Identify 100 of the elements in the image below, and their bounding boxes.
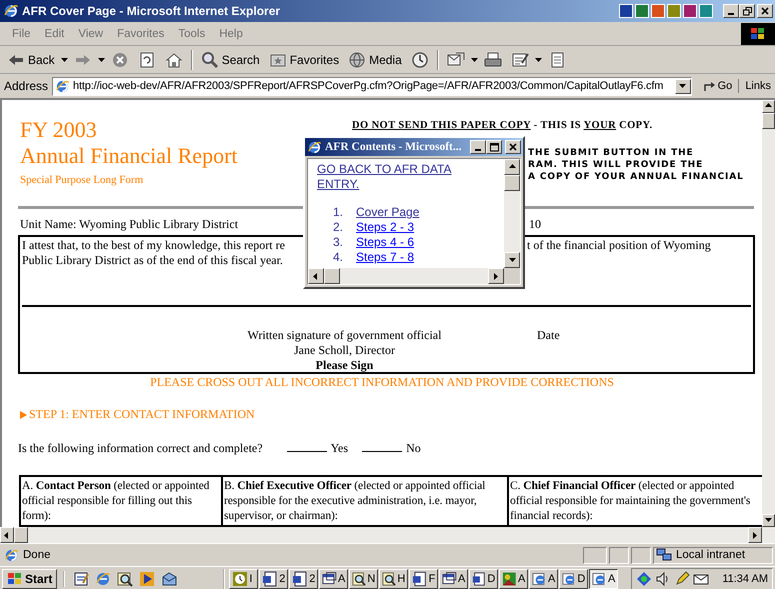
scrollbar[interactable] [504,159,520,268]
caret-icon[interactable] [534,58,542,62]
taskbar-button[interactable]: 2 [289,568,318,588]
scroll-left-button[interactable] [0,527,14,543]
list-number: 2. [333,220,344,235]
contents-link[interactable]: Cover Page [356,205,420,220]
scrollbar[interactable] [762,100,775,527]
caret-icon[interactable] [98,58,105,62]
taskbar-button[interactable]: D [559,568,588,588]
maximize-icon [490,142,498,152]
minimize-button[interactable] [723,4,739,18]
notepad-icon[interactable] [73,570,90,586]
scroll-thumb[interactable] [324,268,340,284]
copy-notice: DO NOT SEND THIS PAPER COPY - THIS IS YOUR COPY. [352,120,654,131]
clock-icon [410,50,429,68]
close-button[interactable] [505,140,521,154]
close-icon [761,7,769,15]
network-icon [656,548,672,562]
unit-name: Unit Name: Wyoming Public Library District [20,217,238,231]
step-heading: STEP 1: ENTER CONTACT INFORMATION [29,407,255,422]
scroll-right-button[interactable] [488,268,504,284]
browser-icon [307,140,322,154]
scroll-left-button[interactable] [308,268,324,284]
instruction-text: RAM. THIS WILL PROVIDE THE [528,160,704,170]
taskbar-button[interactable]: A [499,568,528,588]
minimize-button[interactable] [470,140,486,154]
taskbar-button[interactable]: A [529,568,558,588]
play-icon[interactable] [139,570,156,586]
back-button[interactable]: Back [4,50,58,68]
caret-icon[interactable] [60,58,68,62]
taskbar-button[interactable]: N [349,568,378,588]
magnifier-icon[interactable] [117,570,134,586]
dropdown-button[interactable] [674,78,691,94]
caret-icon[interactable] [470,58,478,62]
status-pane [583,546,607,564]
app-shortcut-icon[interactable] [635,4,649,18]
taskbar-button[interactable]: F [409,568,438,588]
taskbar-button[interactable]: A [589,568,618,588]
triangle-icon [678,82,688,90]
windows-logo-icon [7,572,23,586]
network-icon[interactable] [636,570,652,586]
go-arrow-icon [702,79,716,93]
list-number: 1. [333,205,344,220]
date-label: Date [537,328,560,342]
pen-icon[interactable] [674,570,690,586]
taskbar-button[interactable]: A [439,568,468,588]
attestation-text: Public Library District as of the end of this fiscal year. [22,253,283,267]
contents-link[interactable]: Steps 2 - 3 [356,220,414,235]
go-button[interactable]: Go [696,79,740,93]
favorites-button[interactable]: Favorites [266,50,342,68]
window-icon [442,570,457,586]
taskbar-button[interactable]: A [319,568,348,588]
clock-icon [232,570,248,586]
app-shortcut-icon[interactable] [699,4,713,18]
window-title: AFR Cover Page - Microsoft Internet Explorer [22,4,282,18]
attestation-text: t of the financial position of Wyoming [527,238,712,253]
taskbar-button[interactable]: 2 [259,568,288,588]
taskbar-button[interactable]: D [469,568,498,588]
close-icon [509,143,517,151]
maximize-button[interactable] [486,140,502,154]
envelope-icon[interactable] [161,570,178,586]
globe-icon[interactable] [95,570,112,586]
answer-label: Yes [330,441,348,456]
search-button[interactable]: Search [198,50,263,68]
scroll-down-button[interactable] [504,252,520,268]
status-text: Done [23,549,50,561]
start-button[interactable]: Start [2,568,58,588]
scrollbar[interactable] [308,268,504,284]
contents-link[interactable]: Steps 4 - 6 [356,235,414,250]
instruction-text: A COPY OF YOUR ANNUAL FINANCIAL [528,172,744,182]
status-pane [609,546,629,564]
scroll-up-button[interactable] [504,159,520,175]
scroll-thumb[interactable] [762,113,775,129]
magnifier-icon [382,570,396,586]
browser-icon [3,3,19,19]
address-field[interactable]: http://ioc-web-dev/AFR/AFR2003/SPFReport/AFRSPCoverPg.cfm?OrigPage=/AFR/AFR2003/Common/CapitalOutlayF6.cfm [52,76,692,96]
back-link[interactable]: GO BACK TO AFR DATA ENTRY. [317,162,467,192]
answer-label: No [406,441,421,456]
scroll-down-button[interactable] [762,514,775,527]
restore-button[interactable] [739,4,755,18]
scroll-thumb[interactable] [14,527,28,543]
app-shortcut-icon[interactable] [619,4,633,18]
links-button[interactable]: Links [743,80,771,92]
taskbar-button[interactable]: I [229,568,258,588]
contents-link[interactable]: Steps 7 - 8 [356,250,414,265]
globe-icon [532,570,547,586]
status-pane [631,546,651,564]
triangle-bullet-icon [20,410,27,418]
scroll-right-button[interactable] [748,527,762,543]
scroll-up-button[interactable] [762,100,775,113]
unit-number: 10 [529,217,542,232]
close-button[interactable] [757,4,773,18]
scroll-thumb[interactable] [504,175,520,191]
list-number: 4. [333,250,344,265]
taskbar-button[interactable]: H [379,568,408,588]
scrollbar[interactable] [0,527,775,543]
globe-icon [348,50,366,68]
app-shortcut-icon[interactable] [651,4,665,18]
app-shortcut-icon[interactable] [683,4,697,18]
media-button[interactable]: Media [345,50,405,68]
